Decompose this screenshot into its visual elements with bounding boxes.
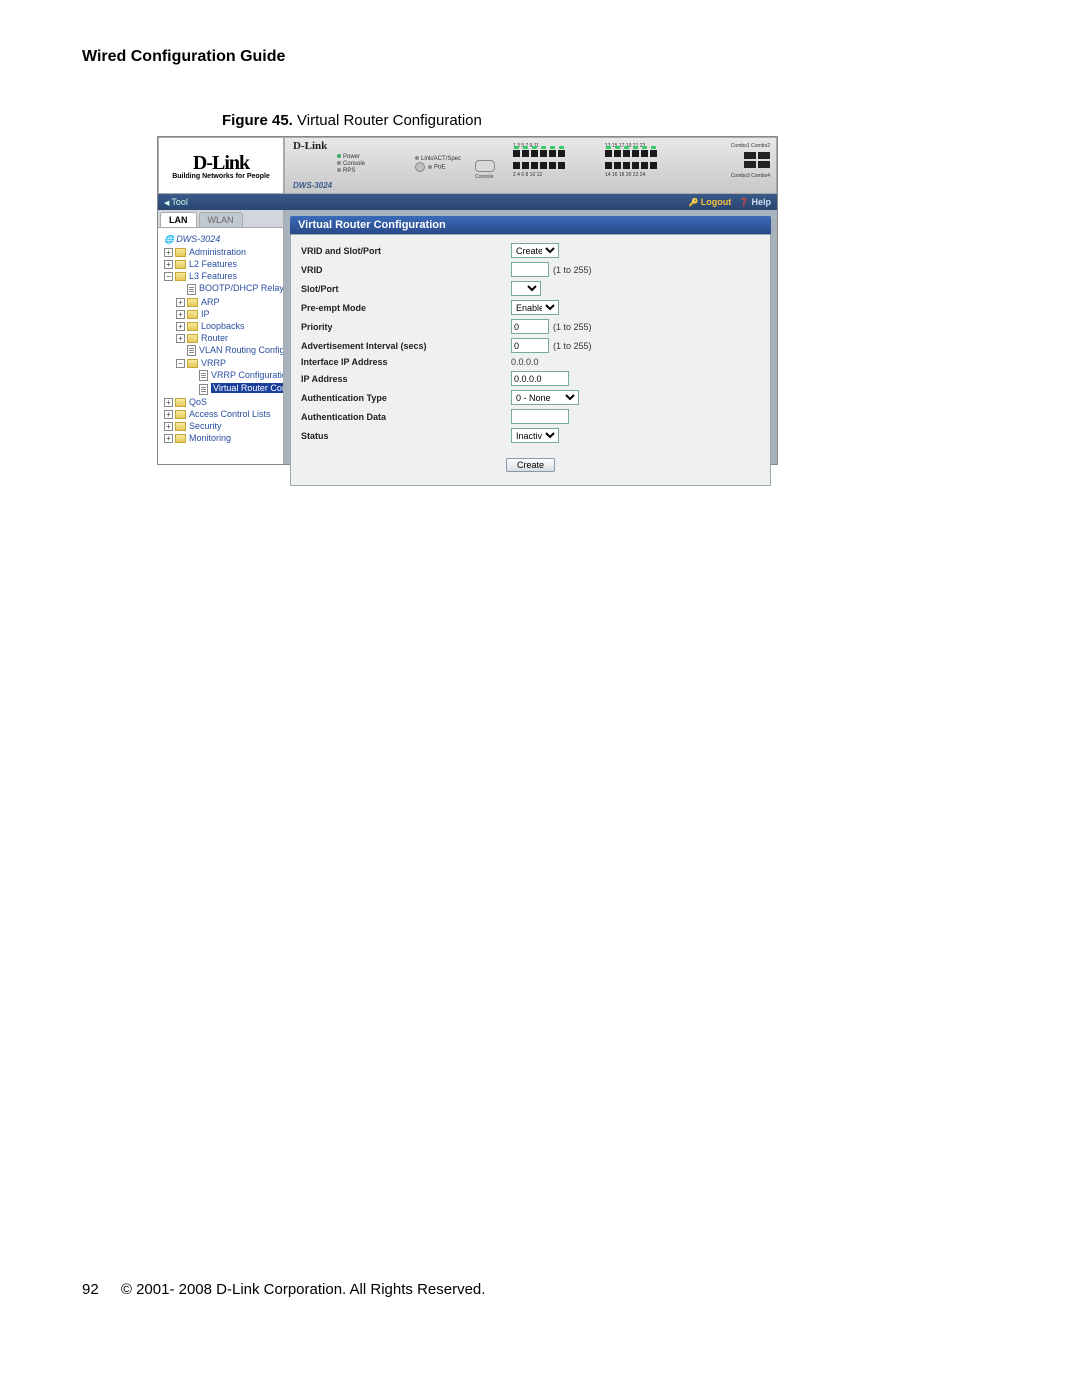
label-status: Status	[301, 431, 511, 441]
input-priority[interactable]	[511, 319, 549, 334]
tree-acl[interactable]: +Access Control Lists	[160, 408, 281, 420]
input-ip-address[interactable]	[511, 371, 569, 386]
device-front-panel: D-Link DWS-3024 Power Console RPS Link/A…	[284, 137, 777, 194]
tree-l3-features[interactable]: −L3 Features	[160, 270, 281, 282]
select-status[interactable]: Inactive	[511, 428, 559, 443]
tree-router[interactable]: +Router	[160, 332, 281, 344]
row-vrid-slotport: VRID and Slot/Port Create	[301, 241, 760, 260]
app-body: LAN WLAN DWS-3024 +Administration +L2 Fe…	[158, 210, 777, 464]
select-slotport[interactable]	[511, 281, 541, 296]
power-led-group: Power Console RPS	[337, 154, 365, 175]
sidebar-tabs: LAN WLAN	[158, 210, 283, 228]
figure-label: Figure 45.	[222, 112, 293, 129]
port-bank-1-top	[513, 150, 565, 157]
tab-lan[interactable]: LAN	[160, 212, 197, 227]
combo-ports	[744, 152, 770, 168]
tree-security[interactable]: +Security	[160, 420, 281, 432]
figure-title: Virtual Router Configuration	[297, 112, 482, 129]
button-row: Create	[301, 455, 760, 473]
nav-tree: DWS-3024 +Administration +L2 Features −L…	[158, 228, 283, 448]
row-priority: Priority (1 to 255)	[301, 317, 760, 336]
brand-tagline: Building Networks for People	[172, 173, 270, 180]
label-vrid: VRID	[301, 265, 511, 275]
page-number: 92	[82, 1281, 99, 1298]
input-vrid[interactable]	[511, 262, 549, 277]
combo-label-bot: Combo3 Combo4	[731, 173, 770, 179]
label-vrid-slotport: VRID and Slot/Port	[301, 246, 511, 256]
combo-label-top: Combo1 Combo2	[731, 143, 770, 149]
tree-vrrp-config[interactable]: ·VRRP Configuration	[160, 369, 281, 382]
copyright: © 2001- 2008 D-Link Corporation. All Rig…	[121, 1281, 486, 1298]
console-port-label: Console	[475, 174, 493, 180]
label-slotport: Slot/Port	[301, 284, 511, 294]
tree-arp[interactable]: +ARP	[160, 296, 281, 308]
tree-virtual-router-config[interactable]: ·Virtual Router Configu	[160, 382, 281, 395]
select-preempt[interactable]: Enable	[511, 300, 559, 315]
tree-root[interactable]: DWS-3024	[160, 232, 281, 246]
tree-l2-features[interactable]: +L2 Features	[160, 258, 281, 270]
row-interface-ip: Interface IP Address 0.0.0.0	[301, 355, 760, 369]
tree-vrrp[interactable]: −VRRP	[160, 357, 281, 369]
label-auth-type: Authentication Type	[301, 393, 511, 403]
row-auth-data: Authentication Data	[301, 407, 760, 426]
value-interface-ip: 0.0.0.0	[511, 357, 539, 367]
sidebar: LAN WLAN DWS-3024 +Administration +L2 Fe…	[158, 210, 284, 464]
label-priority: Priority	[301, 322, 511, 332]
link-led-group: Link/ACT/Spec PoE	[415, 156, 461, 172]
hint-priority: (1 to 255)	[553, 322, 592, 332]
figure-caption: Figure 45. Virtual Router Configuration	[222, 112, 482, 129]
panel-title: Virtual Router Configuration	[290, 216, 771, 234]
hint-adv: (1 to 255)	[553, 341, 592, 351]
select-auth-type[interactable]: 0 - None	[511, 390, 579, 405]
device-model: DWS-3024	[293, 181, 332, 190]
label-auth-data: Authentication Data	[301, 412, 511, 422]
port-bank-2-top	[605, 150, 657, 157]
port-bank-2-bot	[605, 162, 657, 169]
page-header: Wired Configuration Guide	[82, 48, 285, 66]
hint-vrid: (1 to 255)	[553, 265, 592, 275]
main-content: Virtual Router Configuration VRID and Sl…	[284, 210, 777, 464]
tree-qos[interactable]: +QoS	[160, 396, 281, 408]
row-preempt: Pre-empt Mode Enable	[301, 298, 760, 317]
label-preempt: Pre-empt Mode	[301, 303, 511, 313]
port-bank-1-bot	[513, 162, 565, 169]
tree-administration[interactable]: +Administration	[160, 246, 281, 258]
row-status: Status Inactive	[301, 426, 760, 445]
row-ip-address: IP Address	[301, 369, 760, 388]
row-auth-type: Authentication Type 0 - None	[301, 388, 760, 407]
toolbar: Tool Logout Help	[158, 194, 777, 210]
select-vrid-slotport[interactable]: Create	[511, 243, 559, 258]
tree-vlan-routing[interactable]: ·VLAN Routing Configurati	[160, 344, 281, 357]
label-interface-ip: Interface IP Address	[301, 357, 511, 367]
tree-ip[interactable]: +IP	[160, 308, 281, 320]
tool-menu[interactable]: Tool	[164, 197, 188, 207]
app-window: D-Link Building Networks for People D-Li…	[157, 136, 778, 465]
console-port-icon	[475, 160, 495, 172]
create-button[interactable]: Create	[506, 458, 555, 472]
input-adv-interval[interactable]	[511, 338, 549, 353]
input-auth-data[interactable]	[511, 409, 569, 424]
brand-logo: D-Link	[193, 152, 249, 175]
row-vrid: VRID (1 to 255)	[301, 260, 760, 279]
port-numbers-bot-b: 14 16 18 20 22 24	[605, 172, 645, 178]
row-slotport: Slot/Port	[301, 279, 760, 298]
config-panel: VRID and Slot/Port Create VRID (1 to 255…	[290, 234, 771, 486]
tree-monitoring[interactable]: +Monitoring	[160, 432, 281, 444]
page-footer: 92 © 2001- 2008 D-Link Corporation. All …	[82, 1281, 485, 1298]
label-adv-interval: Advertisement Interval (secs)	[301, 341, 511, 351]
device-banner: D-Link Building Networks for People D-Li…	[158, 137, 777, 194]
device-logo: D-Link	[293, 140, 327, 152]
tree-bootp-dhcp[interactable]: ·BOOTP/DHCP Relay Agent	[160, 282, 281, 295]
logout-link[interactable]: Logout	[689, 197, 732, 207]
port-numbers-bot-a: 2 4 6 8 10 12	[513, 172, 542, 178]
tab-wlan[interactable]: WLAN	[199, 212, 243, 227]
label-ip-address: IP Address	[301, 374, 511, 384]
help-link[interactable]: Help	[739, 197, 771, 207]
row-adv-interval: Advertisement Interval (secs) (1 to 255)	[301, 336, 760, 355]
tree-loopbacks[interactable]: +Loopbacks	[160, 320, 281, 332]
brand-logo-box: D-Link Building Networks for People	[158, 137, 284, 194]
